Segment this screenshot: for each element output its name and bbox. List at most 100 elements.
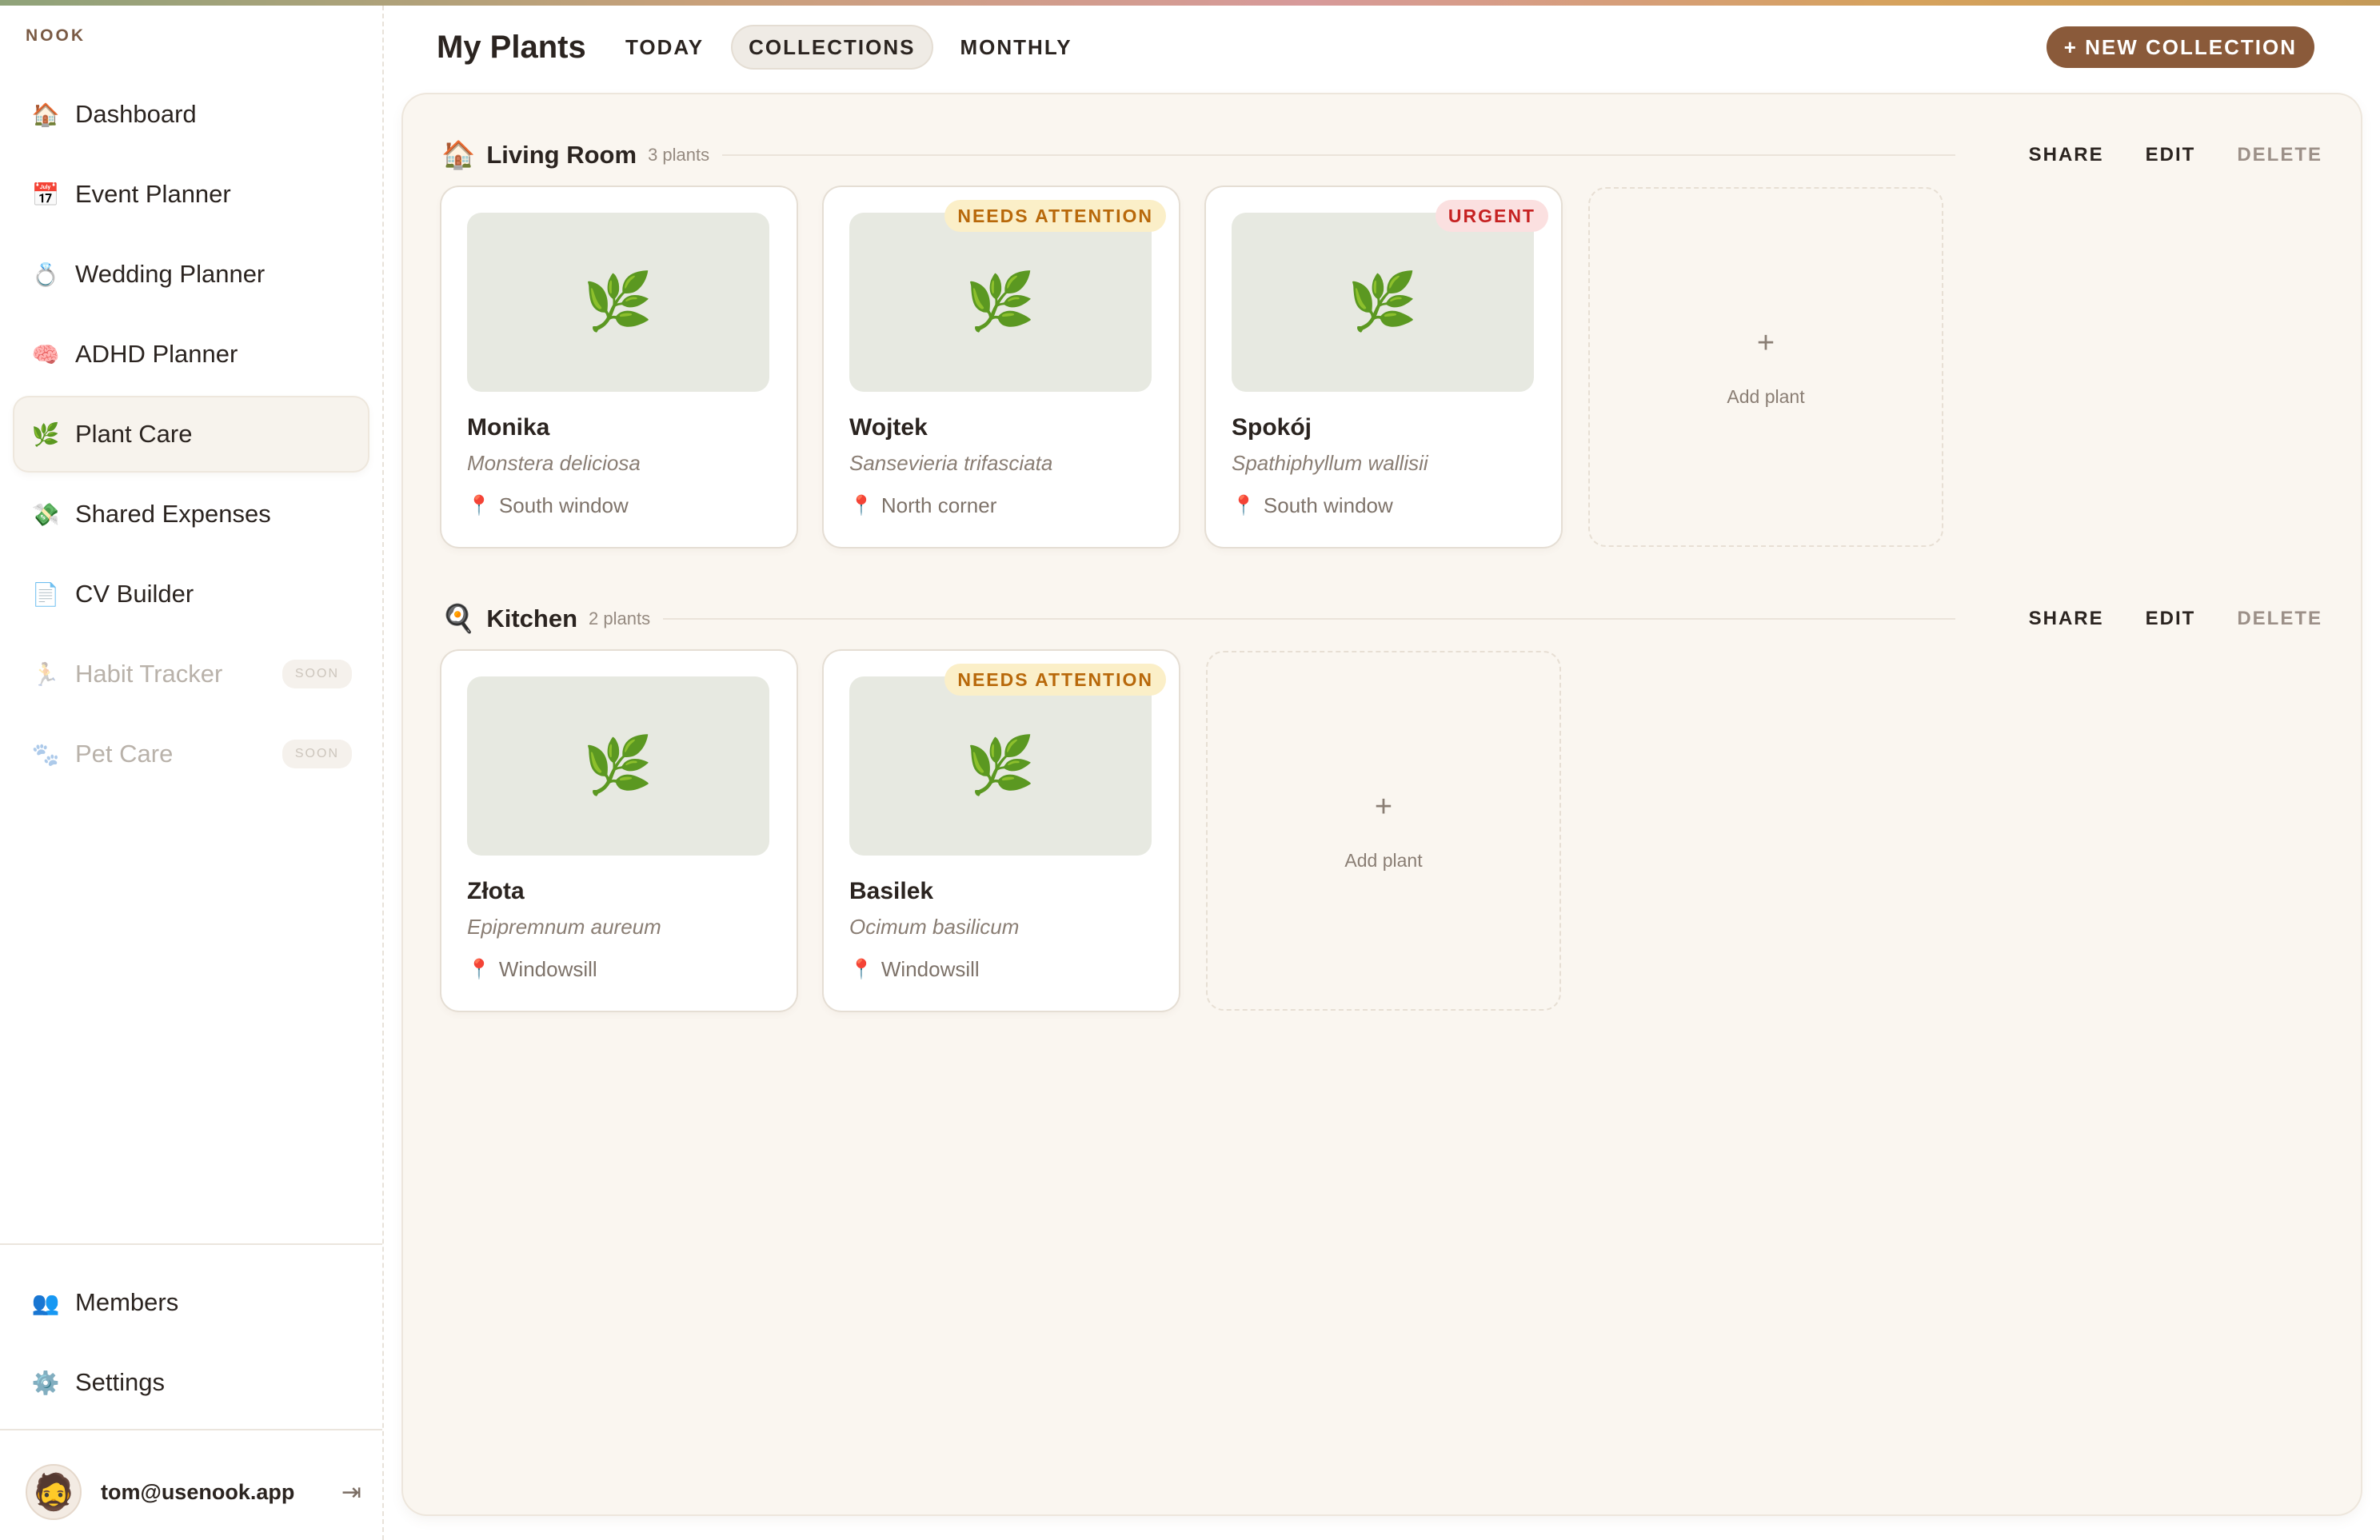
plant-thumbnail: 🌿 <box>1232 213 1534 392</box>
plant-scientific-name: Epipremnum aureum <box>467 915 661 939</box>
pin-icon: 📍 <box>467 959 491 980</box>
delete-button[interactable]: DELETE <box>2237 144 2322 166</box>
plant-thumbnail: 🌿 <box>849 676 1152 856</box>
sidebar-item-cv-builder[interactable]: 📄 CV Builder <box>14 557 368 631</box>
sidebar-item-label: Pet Care <box>75 740 174 768</box>
plus-icon: + <box>1374 790 1393 824</box>
sidebar-item-label: Dashboard <box>75 100 197 128</box>
herb-icon: 🌿 <box>1348 270 1418 333</box>
sidebar-item-label: Members <box>75 1288 179 1316</box>
plant-location: 📍 North corner <box>849 493 1153 518</box>
pin-icon: 📍 <box>1232 495 1256 517</box>
brand-logo: NOOK <box>26 26 86 45</box>
document-icon: 📄 <box>31 581 60 607</box>
house-icon: 🏠 <box>441 140 476 170</box>
plant-location: 📍 South window <box>1232 493 1535 518</box>
plant-card[interactable]: 🌿 Złota Epipremnum aureum 📍 Windowsill <box>441 651 797 1011</box>
collection-kitchen: 🍳 Kitchen 2 plants SHARE EDIT DELETE 🌿 Z… <box>441 593 2322 1011</box>
sidebar-item-members[interactable]: 👥 Members <box>14 1266 368 1339</box>
collections-panel: 🏠 Living Room 3 plants SHARE EDIT DELETE… <box>403 94 2361 1514</box>
collection-count: 3 plants <box>648 145 710 165</box>
sidebar-item-label: Event Planner <box>75 180 231 208</box>
edit-button[interactable]: EDIT <box>2146 608 2196 630</box>
status-badge: URGENT <box>1435 200 1548 232</box>
plant-card[interactable]: 🌿 NEEDS ATTENTION Basilek Ocimum basilic… <box>824 651 1179 1011</box>
herb-icon: 🌿 <box>583 734 653 796</box>
collection-header: 🍳 Kitchen 2 plants SHARE EDIT DELETE <box>441 593 2322 644</box>
sidebar-item-pet-care: 🐾 Pet Care SOON <box>14 717 368 791</box>
collection-title: Living Room <box>486 141 637 169</box>
plant-card-list: 🌿 Złota Epipremnum aureum 📍 Windowsill 🌿 … <box>441 651 2322 1011</box>
delete-button[interactable]: DELETE <box>2237 608 2322 630</box>
collection-living-room: 🏠 Living Room 3 plants SHARE EDIT DELETE… <box>441 130 2322 547</box>
paw-icon: 🐾 <box>31 741 60 767</box>
status-badge: NEEDS ATTENTION <box>944 200 1166 232</box>
plant-location-text: South window <box>498 493 629 517</box>
tab-collections[interactable]: COLLECTIONS <box>733 26 932 68</box>
avatar[interactable]: 🧔 <box>26 1464 82 1520</box>
sidebar-nav: 🏠 Dashboard 📅 Event Planner 💍 Wedding Pl… <box>14 78 368 797</box>
plant-thumbnail: 🌿 <box>849 213 1152 392</box>
sidebar-item-dashboard[interactable]: 🏠 Dashboard <box>14 78 368 151</box>
sidebar-item-label: Wedding Planner <box>75 260 266 288</box>
status-badge: NEEDS ATTENTION <box>944 664 1166 696</box>
sidebar-item-label: CV Builder <box>75 580 194 608</box>
page-title: My Plants <box>437 30 586 65</box>
herb-icon: 🌿 <box>31 421 60 447</box>
herb-icon: 🌿 <box>965 270 1036 333</box>
add-plant-button[interactable]: + Add plant <box>1206 651 1561 1011</box>
user-email: tom@usenook.app <box>101 1479 295 1504</box>
brain-icon: 🧠 <box>31 341 60 367</box>
soon-badge: SOON <box>282 660 352 688</box>
sidebar-item-wedding-planner[interactable]: 💍 Wedding Planner <box>14 237 368 311</box>
sidebar-item-event-planner[interactable]: 📅 Event Planner <box>14 158 368 231</box>
plant-location: 📍 Windowsill <box>849 957 1153 982</box>
tab-monthly[interactable]: MONTHLY <box>944 26 1088 68</box>
plant-scientific-name: Sansevieria trifasciata <box>849 451 1053 475</box>
sidebar-item-label: Habit Tracker <box>75 660 223 688</box>
sidebar: NOOK 🏠 Dashboard 📅 Event Planner 💍 Weddi… <box>0 6 384 1540</box>
add-plant-button[interactable]: + Add plant <box>1588 187 1943 547</box>
plant-name: Basilek <box>849 878 934 904</box>
plant-location-text: Windowsill <box>881 957 980 981</box>
sidebar-item-shared-expenses[interactable]: 💸 Shared Expenses <box>14 477 368 551</box>
collection-header: 🏠 Living Room 3 plants SHARE EDIT DELETE <box>441 130 2322 181</box>
plant-name: Wojtek <box>849 414 928 441</box>
pin-icon: 📍 <box>849 495 873 517</box>
plant-location-text: Windowsill <box>498 957 597 981</box>
house-icon: 🏠 <box>31 102 60 127</box>
share-button[interactable]: SHARE <box>2029 144 2104 166</box>
plant-location-text: South window <box>1263 493 1393 517</box>
herb-icon: 🌿 <box>965 734 1036 796</box>
plant-scientific-name: Ocimum basilicum <box>849 915 1020 939</box>
sidebar-item-settings[interactable]: ⚙️ Settings <box>14 1346 368 1419</box>
sidebar-item-adhd-planner[interactable]: 🧠 ADHD Planner <box>14 317 368 391</box>
plant-card[interactable]: 🌿 Monika Monstera deliciosa 📍 South windo… <box>441 187 797 547</box>
sidebar-bottom-nav: 👥 Members ⚙️ Settings <box>14 1266 368 1426</box>
plant-card[interactable]: 🌿 NEEDS ATTENTION Wojtek Sansevieria tri… <box>824 187 1179 547</box>
logout-icon[interactable]: ⇥ <box>341 1478 361 1506</box>
sidebar-item-plant-care[interactable]: 🌿 Plant Care <box>14 397 368 471</box>
plant-thumbnail: 🌿 <box>467 676 769 856</box>
collection-count: 2 plants <box>589 608 651 628</box>
soon-badge: SOON <box>282 740 352 768</box>
plant-location: 📍 Windowsill <box>467 957 771 982</box>
plant-card-list: 🌿 Monika Monstera deliciosa 📍 South windo… <box>441 187 2322 547</box>
page-header: My Plants TODAY COLLECTIONS MONTHLY + NE… <box>384 6 2380 95</box>
new-collection-button[interactable]: + NEW COLLECTION <box>2046 26 2314 68</box>
plant-scientific-name: Spathiphyllum wallisii <box>1232 451 1428 475</box>
ring-icon: 💍 <box>31 261 60 287</box>
share-button[interactable]: SHARE <box>2029 608 2104 630</box>
sidebar-item-label: Plant Care <box>75 420 193 448</box>
plant-name: Złota <box>467 878 525 904</box>
pin-icon: 📍 <box>849 959 873 980</box>
edit-button[interactable]: EDIT <box>2146 144 2196 166</box>
runner-icon: 🏃 <box>31 661 60 687</box>
collection-title: Kitchen <box>486 604 578 632</box>
plant-card[interactable]: 🌿 URGENT Spokój Spathiphyllum wallisii 📍… <box>1206 187 1561 547</box>
collection-divider <box>722 154 1955 156</box>
plant-name: Spokój <box>1232 414 1312 441</box>
view-tabs: TODAY COLLECTIONS MONTHLY <box>609 26 1088 68</box>
calendar-icon: 📅 <box>31 182 60 207</box>
tab-today[interactable]: TODAY <box>609 26 720 68</box>
